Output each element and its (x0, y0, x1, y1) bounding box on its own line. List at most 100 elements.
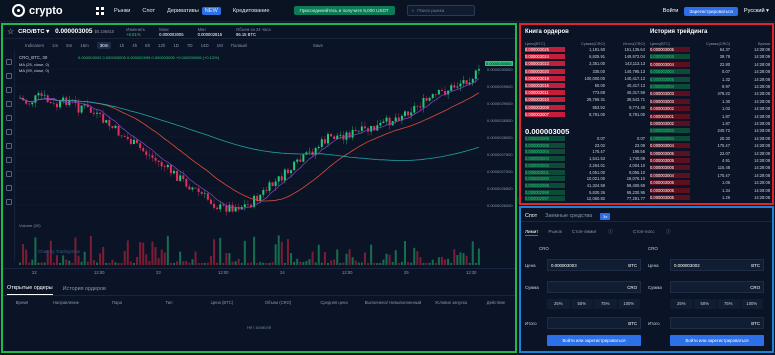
nav-lending[interactable]: Кредитование (233, 8, 270, 14)
tf-14d[interactable]: 14D (201, 43, 209, 48)
volume-stat: Объем за 24 часа 96.15 BTC (236, 26, 271, 37)
sell-50-button[interactable]: 50% (693, 299, 716, 309)
promo-banner[interactable]: Присоединяйтесь и получите 5,000 USDT (293, 6, 395, 15)
buy-login-button[interactable]: Войти или зарегистрироваться (547, 335, 641, 346)
orderbook-row[interactable]: 0.000003023 2,351.00 143,113.13 (525, 61, 645, 67)
x-tick-label: 25 (404, 270, 409, 275)
tradingview-watermark: Chart by TradingView (38, 249, 81, 254)
language-selector[interactable]: Русский ▾ (744, 8, 769, 14)
indicators-button[interactable]: Indicators (25, 43, 44, 48)
trade-row: 0.000003004 175.47 14:28:08 (650, 143, 770, 149)
magnet-tool-icon[interactable] (5, 171, 12, 177)
buy-price-input[interactable]: 0.000003003 BTC (547, 259, 641, 271)
tf-30m[interactable]: 30m (96, 41, 112, 49)
orderbook-row[interactable]: 0.000003024 6,825.91 149,972.04 (525, 54, 645, 60)
sell-25-button[interactable]: 25% (670, 299, 693, 309)
tf-12h[interactable]: 12h (158, 43, 165, 48)
orderbook-row[interactable]: 0.000003004 175.47 198.56 (525, 149, 645, 155)
orderbook-row[interactable]: 0.000003019 100,000.00 140,417.13 (525, 75, 645, 81)
buy-75-button[interactable]: 75% (594, 299, 617, 309)
tf-full[interactable]: Полный (231, 43, 247, 48)
trade-row: 0.000003001 1.87 14:28:08 (650, 113, 770, 119)
tf-4h[interactable]: 4h (132, 43, 137, 48)
favorite-star-icon[interactable]: ☆ (7, 27, 14, 36)
nav-markets[interactable]: Рынки (114, 8, 130, 14)
info-icon: ⓘ (608, 229, 613, 234)
pattern-tool-icon[interactable] (5, 129, 12, 135)
tab-stop-limit[interactable]: Стоп-лимит ⓘ (572, 229, 623, 236)
buy-total-input[interactable]: BTC (547, 317, 641, 329)
price-chart[interactable]: CRO_BTC, 30 MA (25, close, 0) MA (99, cl… (16, 53, 484, 268)
orderbook-row[interactable]: 0.000003005 23.02 23.09 (525, 142, 645, 148)
orderbook-row[interactable]: 0.000003016 50.00 40,417.13 (525, 83, 645, 88)
tab-market[interactable]: Рынок (548, 229, 561, 236)
text-tool-icon[interactable] (5, 115, 12, 121)
tf-5m[interactable]: 5m (66, 43, 72, 48)
sell-100-button[interactable]: 100% (740, 299, 763, 309)
orderbook-row[interactable]: 0.000002999 41,324.59 59,400.69 (525, 182, 645, 188)
buy-amount-input[interactable]: CRO (547, 281, 641, 293)
sell-amount-input[interactable]: CRO (670, 281, 764, 293)
sell-login-button[interactable]: Войти или зарегистрироваться (670, 335, 764, 346)
buy-50-button[interactable]: 50% (570, 299, 593, 309)
crypto-logo[interactable]: crypto (12, 4, 72, 17)
orderbook-row[interactable]: 0.000003000 10,021.00 18,076.10 (525, 176, 645, 182)
tab-limit[interactable]: Лимит (525, 229, 539, 236)
crosshair-tool-icon[interactable] (5, 59, 12, 65)
last-price: 0.000003005 (55, 28, 93, 35)
orderbook-row[interactable]: 0.000003010 29,769.31 39,543.71 (525, 97, 645, 103)
y-tick-label: 0.0000026000 (487, 203, 513, 208)
tf-6h[interactable]: 6h (145, 43, 150, 48)
buy-100-button[interactable]: 100% (617, 299, 640, 309)
tf-15m[interactable]: 15m (80, 43, 89, 48)
sell-75-button[interactable]: 75% (717, 299, 740, 309)
buy-total-label: Итого (525, 321, 537, 326)
trade-type-tabs: Спот Заемные средства 3x (521, 211, 772, 222)
orders-col-header: Объем (CRO) (264, 300, 292, 305)
orderbook-row[interactable]: 0.000003011 773.88 40,317.59 (525, 90, 645, 96)
lock-tool-icon[interactable] (5, 185, 12, 191)
nav-derivatives[interactable]: Деривативы (167, 8, 199, 14)
market-search-input[interactable]: ⌕ Поиск рынка (406, 5, 475, 16)
nav-spot[interactable]: Спот (142, 8, 155, 14)
measure-tool-icon[interactable] (5, 143, 12, 149)
tab-margin[interactable]: Заемные средства (545, 213, 592, 219)
orders-col-header: Средняя цена (320, 300, 348, 305)
orderbook-row[interactable]: 0.000003006 0.07 0.07 (525, 136, 645, 141)
orderbook-row[interactable]: 0.000003007 8,781.00 8,781.00 (525, 111, 645, 117)
zoom-tool-icon[interactable] (5, 157, 12, 163)
login-link[interactable]: Войти (663, 8, 679, 14)
tf-1m-month[interactable]: 1M (217, 43, 223, 48)
orderbook-row[interactable]: 0.000003009 953.92 9,774.40 (525, 104, 645, 110)
tf-1m[interactable]: 1m (52, 43, 58, 48)
trade-row: 0.000003004 9.97 14:28:08 (650, 84, 770, 89)
orderbook-row[interactable]: 0.000003003 1,541.53 1,740.09 (525, 156, 645, 162)
apps-grid-icon[interactable] (96, 6, 104, 15)
tf-1d[interactable]: 1D (173, 43, 179, 48)
trash-tool-icon[interactable] (5, 199, 12, 205)
buy-25-button[interactable]: 25% (547, 299, 570, 309)
tab-stop-loss[interactable]: Стоп-лосс ⓘ (633, 229, 681, 236)
orderbook-panel: Книга ордеров История трейдинга Цена(BTC… (519, 23, 774, 205)
orderbook-row[interactable]: 0.000002998 5,830.26 65,230.95 (525, 189, 645, 195)
pair-selector[interactable]: CRO/BTC ▾ (18, 29, 49, 35)
trade-row: 0.000003005 1.26 14:28:08 (650, 195, 770, 200)
tab-open-orders[interactable]: Открытые ордеры (7, 285, 53, 295)
tf-7d[interactable]: 7D (187, 43, 193, 48)
orderbook-row[interactable]: 0.000003001 4,051.00 8,055.10 (525, 169, 645, 175)
orderbook-row[interactable]: 0.000003025 1,191.60 151,135.64 (525, 47, 645, 52)
register-button[interactable]: Зарегистрироваться (684, 6, 738, 16)
save-button[interactable]: Save (313, 43, 323, 48)
tf-1h[interactable]: 1h (119, 43, 124, 48)
fib-tool-icon[interactable] (5, 87, 12, 93)
x-tick-label: 23 (156, 270, 161, 275)
sell-total-input[interactable]: BTC (670, 317, 764, 329)
orderbook-row[interactable]: 0.000003020 335.00 140,795.13 (525, 68, 645, 74)
brush-tool-icon[interactable] (5, 101, 12, 107)
orderbook-row[interactable]: 0.000003002 2,264.01 4,004.10 (525, 162, 645, 168)
trendline-tool-icon[interactable] (5, 73, 12, 79)
tab-order-history[interactable]: История ордеров (63, 286, 106, 295)
tab-spot[interactable]: Спот (525, 213, 537, 219)
orderbook-row[interactable]: 0.000002997 12,060.82 77,291.77 (525, 196, 645, 202)
sell-price-input[interactable]: 0.000003002 BTC (670, 259, 764, 271)
